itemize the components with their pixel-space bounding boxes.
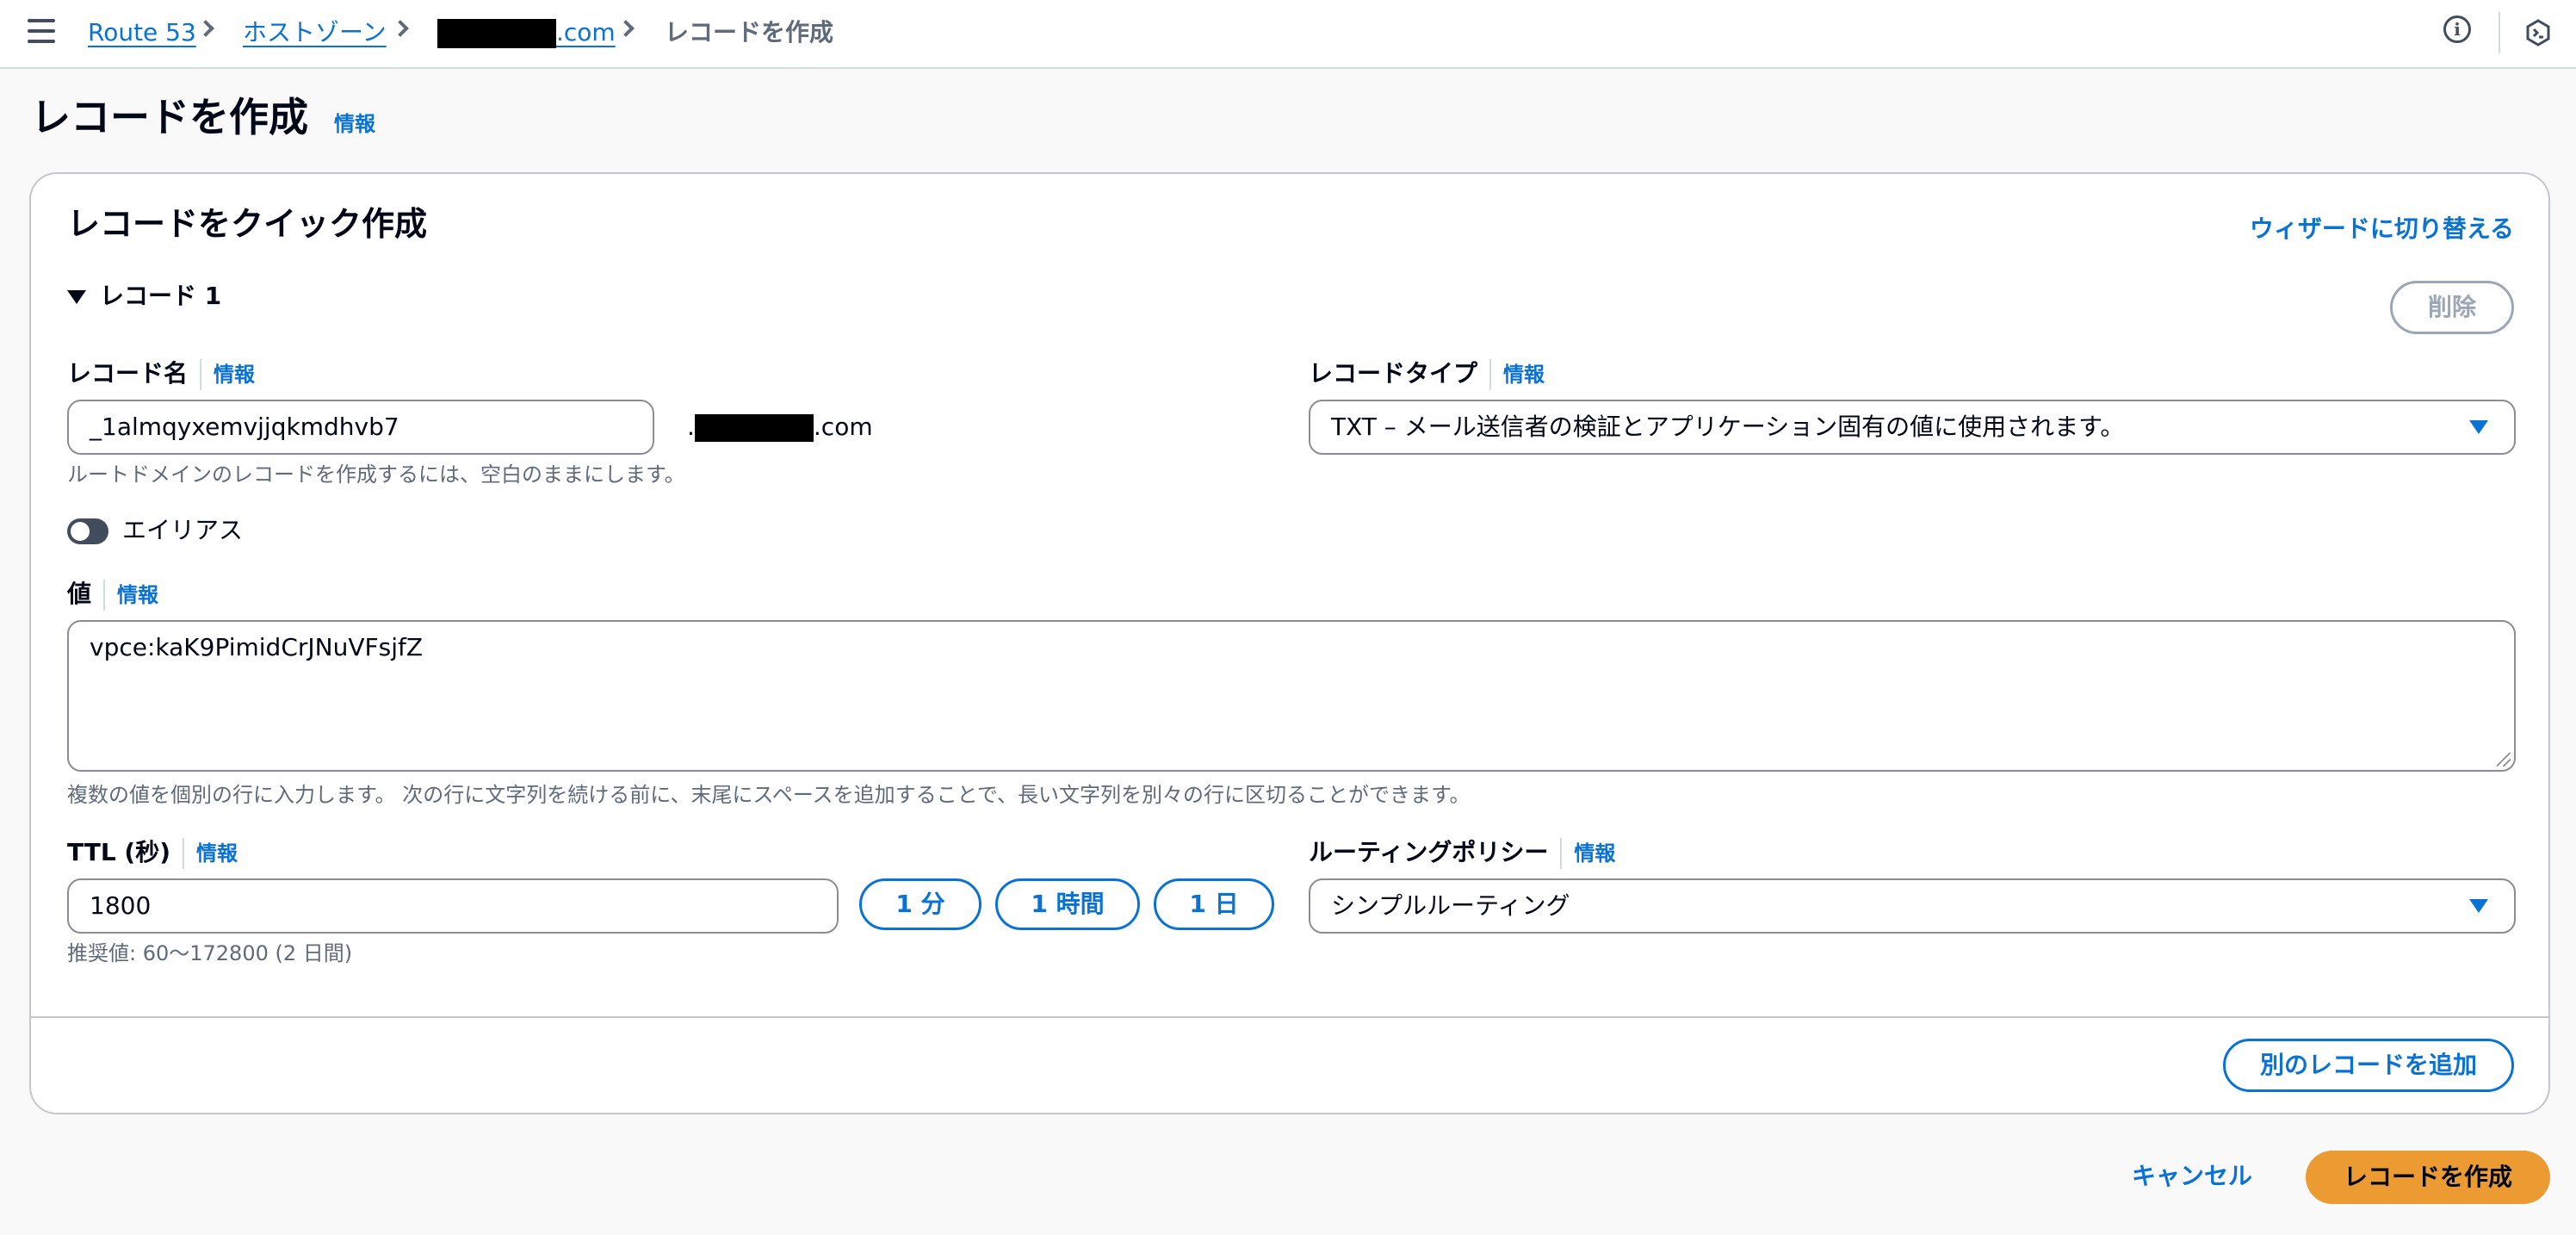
value-label-text: 値 [67, 580, 92, 608]
record-name-hint: ルートドメインのレコードを作成するには、空白のままにします。 [67, 462, 685, 487]
ttl-1-minute-button[interactable]: 1 分 [859, 878, 981, 930]
ttl-info-link[interactable]: 情報 [196, 841, 238, 866]
record-type-label: レコードタイプ 情報 [1309, 357, 1545, 392]
quick-create-container: レコードをクイック作成 ウィザードに切り替える レコード 1 削除 レコード名情… [29, 172, 2550, 1114]
switch-to-wizard-link[interactable]: ウィザードに切り替える [2250, 210, 2514, 245]
cancel-button[interactable]: キャンセル [2132, 1159, 2252, 1194]
record-type-select[interactable]: TXT – メール送信者の検証とアプリケーション固有の値に使用されます。 [1309, 400, 2516, 455]
container-footer-divider [31, 1016, 2548, 1018]
breadcrumb-hosted-zones[interactable]: ホストゾーン [243, 16, 387, 50]
resize-grip-icon[interactable] [2497, 753, 2511, 766]
ttl-hint: 推奨値: 60〜172800 (2 日間) [67, 941, 353, 965]
routing-policy-info-link[interactable]: 情報 [1574, 841, 1615, 866]
chevron-right-icon [197, 20, 214, 37]
alias-toggle[interactable] [67, 518, 108, 544]
value-textarea[interactable]: vpce:kaK9PimidCrJNuVFsjfZ [67, 620, 2516, 772]
ttl-label-text: TTL (秒) [67, 838, 171, 866]
value-hint: 複数の値を個別の行に入力します。 次の行に文字列を続ける前に、末尾にスペースを追… [67, 783, 1471, 807]
redacted-domain-block [437, 19, 556, 48]
info-icon[interactable]: i [2443, 16, 2471, 43]
record-name-info-link[interactable]: 情報 [214, 363, 255, 387]
breadcrumb-domain-suffix: .com [556, 18, 616, 47]
value-info-link[interactable]: 情報 [117, 583, 158, 607]
caret-down-icon [2469, 420, 2488, 434]
caret-down-icon [67, 290, 86, 304]
create-records-button[interactable]: レコードを作成 [2306, 1151, 2550, 1204]
routing-policy-label-text: ルーティングポリシー [1309, 838, 1549, 866]
record-type-label-text: レコードタイプ [1309, 359, 1478, 388]
record-name-label: レコード名 情報 [67, 357, 255, 392]
chevron-right-icon [392, 20, 409, 37]
top-navigation-bar: Route 53 ホストゾーン .com レコードを作成 i [0, 0, 2576, 69]
value-text: vpce:kaK9PimidCrJNuVFsjfZ [90, 633, 424, 661]
ttl-label: TTL (秒) 情報 [67, 835, 238, 871]
routing-policy-value: シンプルルーティング [1331, 891, 1570, 920]
chevron-right-icon [617, 20, 635, 37]
caret-down-icon [2469, 899, 2488, 913]
record-type-info-link[interactable]: 情報 [1503, 363, 1545, 387]
record-1-expander[interactable]: レコード 1 [67, 279, 221, 313]
record-name-label-text: レコード名 [67, 359, 189, 388]
page-title-text: レコードを作成 [31, 94, 308, 140]
top-divider [2499, 12, 2500, 53]
record-name-input[interactable]: _1almqyxemvjjqkmdhvb7 [67, 400, 654, 455]
alias-label: エイリアス [122, 516, 244, 544]
record-name-domain-text: .com [813, 413, 873, 441]
record-type-value: TXT – メール送信者の検証とアプリケーション固有の値に使用されます。 [1331, 413, 2125, 441]
page-title: レコードを作成 情報 [31, 91, 375, 150]
routing-policy-label: ルーティングポリシー 情報 [1309, 835, 1615, 871]
delete-record-button[interactable]: 削除 [2390, 281, 2514, 334]
breadcrumb-route53[interactable]: Route 53 [88, 16, 196, 50]
record-1-header: レコード 1 [100, 282, 222, 310]
record-name-domain-suffix: . .com [687, 413, 873, 442]
add-another-record-button[interactable]: 別のレコードを追加 [2223, 1039, 2514, 1092]
section-title: レコードをクイック作成 [67, 205, 428, 243]
page-info-link[interactable]: 情報 [334, 112, 375, 136]
ttl-input[interactable]: 1800 [67, 878, 839, 934]
ttl-1-hour-button[interactable]: 1 時間 [995, 878, 1140, 930]
breadcrumb-domain[interactable]: .com [437, 16, 616, 50]
breadcrumb-current: レコードを作成 [665, 18, 834, 47]
routing-policy-select[interactable]: シンプルルーティング [1309, 878, 2516, 934]
redacted-domain-block [694, 414, 814, 442]
hamburger-menu-icon[interactable] [28, 19, 55, 43]
cloudshell-icon[interactable] [2524, 19, 2552, 47]
ttl-1-day-button[interactable]: 1 日 [1154, 878, 1274, 930]
value-label: 値 情報 [67, 577, 158, 612]
